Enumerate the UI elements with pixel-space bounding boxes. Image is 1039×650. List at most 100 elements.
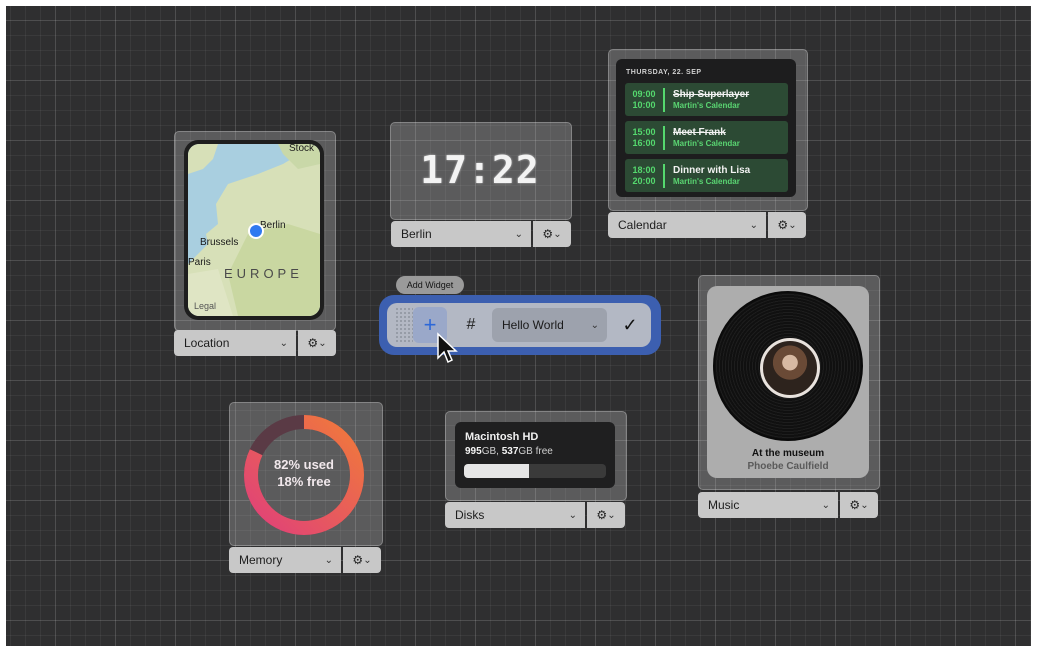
clock-settings-button[interactable]: ⚙ ⌄ <box>533 221 571 247</box>
map-view[interactable]: Stock Berlin Brussels Paris EUROPE Legal <box>188 144 320 316</box>
chevron-down-icon: ⌄ <box>821 499 830 511</box>
disk-widget[interactable]: Macintosh HD 995GB, 537GB free <box>455 422 615 488</box>
event-start-time: 18:00 <box>632 164 656 175</box>
timezone-select[interactable]: Berlin ⌄ <box>391 221 531 247</box>
calendar-event[interactable]: 18:00 20:00 Dinner with Lisa Martin's Cale… <box>625 159 788 192</box>
disk-select[interactable]: Disks ⌄ <box>445 502 585 528</box>
location-select-label: Location <box>184 336 230 350</box>
event-color-bar <box>663 163 665 188</box>
music-settings-button[interactable]: ⚙ ⌄ <box>840 492 878 518</box>
map-settings-button[interactable]: ⚙ ⌄ <box>298 330 336 356</box>
music-select[interactable]: Music ⌄ <box>698 492 838 518</box>
memory-select-label: Memory <box>239 553 283 567</box>
chevron-down-icon: ⌄ <box>279 337 288 349</box>
gear-icon: ⚙ <box>352 553 364 567</box>
event-color-bar <box>663 125 665 150</box>
disk-free-unit: GB free <box>518 446 553 457</box>
calendar-widget[interactable]: THURSDAY, 22. SEP 09:00 10:00 Ship Superl… <box>616 59 796 197</box>
calendar-widget-bar: Calendar ⌄ ⚙ ⌄ <box>608 212 806 238</box>
disk-settings-button[interactable]: ⚙ ⌄ <box>587 502 625 528</box>
memory-widget-bar: Memory ⌄ ⚙ ⌄ <box>229 547 381 573</box>
disk-stats: 995GB, 537GB free <box>465 446 553 457</box>
checkmark-icon: ✓ <box>622 314 638 335</box>
widget-type-select[interactable]: Hello World ⌄ <box>492 308 607 342</box>
location-select[interactable]: Location ⌄ <box>174 330 296 356</box>
gear-icon: ⚙ <box>542 227 554 241</box>
event-start-time: 15:00 <box>632 126 656 137</box>
memory-select[interactable]: Memory ⌄ <box>229 547 341 573</box>
chevron-down-icon: ⌄ <box>788 219 797 231</box>
event-title: Dinner with Lisa <box>673 164 751 176</box>
map-label-brussels: Brussels <box>200 237 239 248</box>
music-select-label: Music <box>708 498 740 512</box>
event-end-time: 20:00 <box>632 175 656 186</box>
gear-icon: ⚙ <box>596 508 608 522</box>
disk-free-value: 537 <box>501 446 519 457</box>
timezone-select-label: Berlin <box>401 227 432 241</box>
clock-widget[interactable]: 17:22 <box>390 122 570 218</box>
disk-total-value: 995 <box>465 446 482 457</box>
drag-handle[interactable] <box>395 307 413 343</box>
memory-readout: 82% used 18% free <box>240 456 368 490</box>
gear-icon: ⚙ <box>849 498 861 512</box>
disk-usage-fill <box>464 464 530 478</box>
plus-icon: + <box>423 312 437 337</box>
event-title: Ship Superlayer <box>673 88 750 100</box>
disk-select-label: Disks <box>455 508 485 522</box>
memory-used-text: 82% used <box>274 457 334 472</box>
widget-type-select-label: Hello World <box>502 318 564 332</box>
map-widget[interactable]: Stock Berlin Brussels Paris EUROPE Legal <box>184 140 324 320</box>
event-start-time: 09:00 <box>632 88 656 99</box>
grid-icon: # <box>466 316 476 333</box>
clock-widget-bar: Berlin ⌄ ⚙ ⌄ <box>391 221 571 247</box>
event-calendar-name: Martin's Calendar <box>673 138 740 148</box>
memory-free-text: 18% free <box>277 474 331 489</box>
disk-usage-bar <box>464 464 606 478</box>
chevron-down-icon: ⌄ <box>590 319 599 331</box>
calendar-select[interactable]: Calendar ⌄ <box>608 212 766 238</box>
memory-settings-button[interactable]: ⚙ ⌄ <box>343 547 381 573</box>
calendar-event[interactable]: 09:00 10:00 Ship Superlayer Martin's Calen… <box>625 83 788 116</box>
map-label-region: EUROPE <box>224 266 303 281</box>
event-calendar-name: Martin's Calendar <box>673 176 740 186</box>
chevron-down-icon: ⌄ <box>607 509 616 521</box>
disk-total-unit: GB, <box>481 446 502 457</box>
chevron-down-icon: ⌄ <box>514 228 523 240</box>
map-label-stockholm: Stock <box>289 144 315 154</box>
music-widget-bar: Music ⌄ ⚙ ⌄ <box>698 492 878 518</box>
add-widget-toolbar: + # Hello World ⌄ ✓ <box>387 303 651 347</box>
disk-widget-bar: Disks ⌄ ⚙ ⌄ <box>445 502 625 528</box>
map-widget-bar: Location ⌄ ⚙ ⌄ <box>174 330 336 356</box>
album-art <box>760 338 820 398</box>
track-title: At the museum <box>751 448 825 459</box>
grid-button[interactable]: # <box>457 307 485 343</box>
gear-icon: ⚙ <box>777 218 789 232</box>
music-widget[interactable]: At the museum Phoebe Caulfield <box>707 286 869 478</box>
chevron-down-icon: ⌄ <box>860 499 869 511</box>
vinyl-record <box>713 291 863 441</box>
gear-icon: ⚙ <box>307 336 319 350</box>
map-legal-link[interactable]: Legal <box>194 301 216 311</box>
calendar-settings-button[interactable]: ⚙ ⌄ <box>768 212 806 238</box>
event-end-time: 10:00 <box>632 99 656 110</box>
track-artist: Phoebe Caulfield <box>747 461 829 472</box>
calendar-select-label: Calendar <box>618 218 667 232</box>
chevron-down-icon: ⌄ <box>318 337 327 349</box>
event-calendar-name: Martin's Calendar <box>673 100 740 110</box>
location-dot-icon <box>248 223 264 239</box>
event-color-bar <box>663 87 665 112</box>
event-end-time: 16:00 <box>632 137 656 148</box>
calendar-date: THURSDAY, 22. SEP <box>626 69 702 76</box>
chevron-down-icon: ⌄ <box>363 554 372 566</box>
confirm-button[interactable]: ✓ <box>615 307 645 343</box>
map-label-paris: Paris <box>188 257 211 268</box>
calendar-event[interactable]: 15:00 16:00 Meet Frank Martin's Calendar <box>625 121 788 154</box>
chevron-down-icon: ⌄ <box>749 219 758 231</box>
event-title: Meet Frank <box>673 126 726 138</box>
chevron-down-icon: ⌄ <box>568 509 577 521</box>
add-widget-tooltip: Add Widget <box>396 276 464 294</box>
chevron-down-icon: ⌄ <box>553 228 562 240</box>
disk-name: Macintosh HD <box>465 431 539 443</box>
mouse-pointer-icon <box>437 332 458 364</box>
chevron-down-icon: ⌄ <box>324 554 333 566</box>
